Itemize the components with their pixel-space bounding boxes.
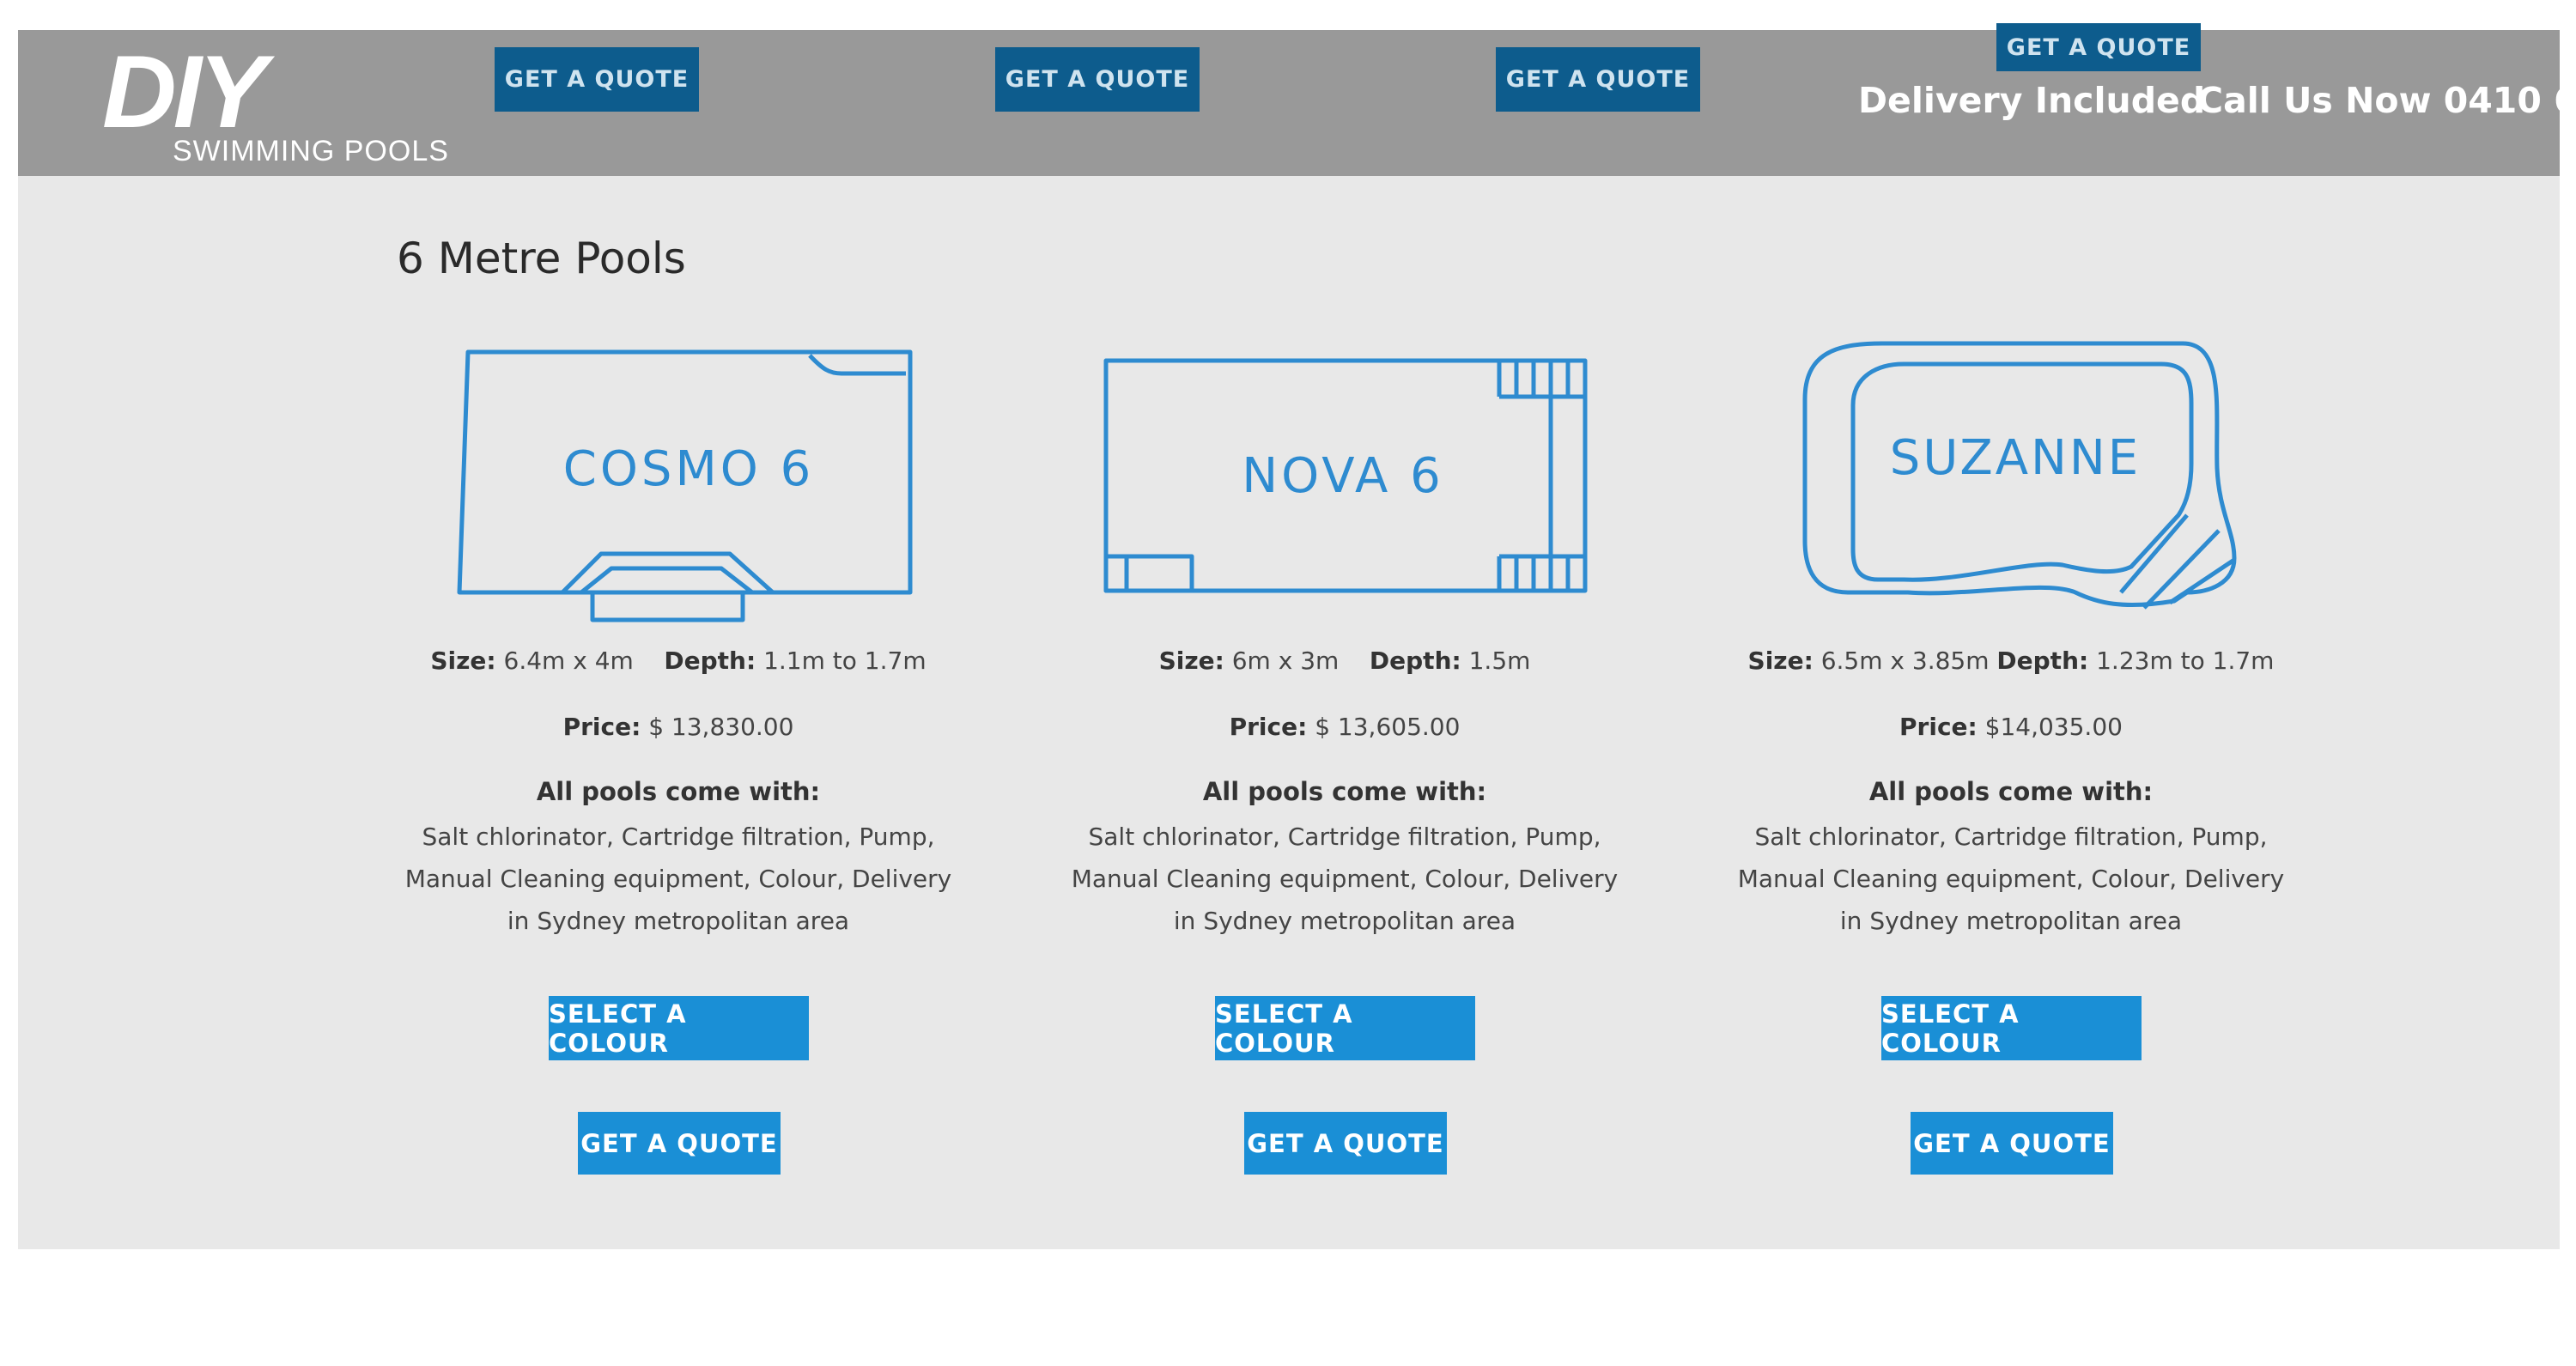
includes-title: All pools come with: <box>1868 777 2154 806</box>
header-get-quote-button-4[interactable]: GET A QUOTE <box>1996 23 2201 71</box>
header-get-quote-button-1[interactable]: GET A QUOTE <box>495 47 699 112</box>
pool-name-cosmo: COSMO 6 <box>563 441 815 497</box>
includes-title: All pools come with: <box>536 777 821 806</box>
spec-price-suzanne: Price: $14,035.00 <box>1685 713 2337 741</box>
spec-size-depth-nova: Size: 6m x 3m Depth: 1.5m <box>1018 647 1671 675</box>
pool-diagram-nova[interactable]: NOVA 6 <box>1018 335 1671 635</box>
price-label: Price: <box>562 713 641 741</box>
delivery-included-text: Delivery Included <box>1858 80 2206 121</box>
price-label: Price: <box>1229 713 1308 741</box>
price-label: Price: <box>1899 713 1978 741</box>
get-quote-button-nova[interactable]: GET A QUOTE <box>1244 1112 1447 1175</box>
spec-size-depth-suzanne: Size: 6.5m x 3.85m Depth: 1.23m to 1.7m <box>1685 647 2337 675</box>
size-value: 6.5m x 3.85m <box>1820 647 1990 675</box>
pool-name-nova: NOVA 6 <box>1242 448 1443 504</box>
spec-price-nova: Price: $ 13,605.00 <box>1018 713 1671 741</box>
price-value: $ 13,830.00 <box>648 713 794 741</box>
select-colour-button-nova[interactable]: SELECT A COLOUR <box>1215 996 1475 1060</box>
get-quote-button-suzanne[interactable]: GET A QUOTE <box>1911 1112 2113 1175</box>
site-logo[interactable]: DIY SWIMMING POOLS <box>87 40 482 178</box>
section-title: 6 Metre Pools <box>397 234 686 283</box>
spec-price-cosmo: Price: $ 13,830.00 <box>352 713 1005 741</box>
pool-name-suzanne: SUZANNE <box>1890 430 2141 486</box>
select-colour-button-suzanne[interactable]: SELECT A COLOUR <box>1881 996 2142 1060</box>
pool-card-nova: NOVA 6 Size: 6m x 3m Depth: 1.5m Price: … <box>1018 335 1671 1193</box>
header-get-quote-button-3[interactable]: GET A QUOTE <box>1496 47 1700 112</box>
site-header: DIY SWIMMING POOLS GET A QUOTE GET A QUO… <box>18 23 2576 178</box>
logo-main-text: DIY <box>102 34 267 149</box>
depth-value: 1.23m to 1.7m <box>2096 647 2275 675</box>
depth-label: Depth: <box>1996 647 2089 675</box>
select-colour-button-cosmo[interactable]: SELECT A COLOUR <box>549 996 809 1060</box>
size-label: Size: <box>1747 647 1814 675</box>
includes-text: Salt chlorinator, Cartridge filtration, … <box>1737 823 2285 935</box>
depth-label: Depth: <box>1369 647 1461 675</box>
pool-diagram-suzanne[interactable]: SUZANNE <box>1685 335 2337 635</box>
includes-text: Salt chlorinator, Cartridge filtration, … <box>404 823 952 935</box>
depth-value: 1.1m to 1.7m <box>763 647 927 675</box>
spec-size-depth-cosmo: Size: 6.4m x 4m Depth: 1.1m to 1.7m <box>352 647 1005 675</box>
size-value: 6.4m x 4m <box>503 647 634 675</box>
includes-title: All pools come with: <box>1202 777 1487 806</box>
header-get-quote-button-2[interactable]: GET A QUOTE <box>995 47 1200 112</box>
pool-diagram-cosmo[interactable]: COSMO 6 <box>352 335 1005 635</box>
depth-label: Depth: <box>664 647 756 675</box>
get-quote-button-cosmo[interactable]: GET A QUOTE <box>578 1112 781 1175</box>
price-value: $ 13,605.00 <box>1315 713 1461 741</box>
pool-card-suzanne: SUZANNE Size: 6.5m x 3.85m Depth: 1.23m … <box>1685 335 2337 1193</box>
depth-value: 1.5m <box>1468 647 1531 675</box>
call-us-text[interactable]: Call Us Now 0410 681 <box>2197 80 2576 121</box>
price-value: $14,035.00 <box>1984 713 2123 741</box>
includes-text: Salt chlorinator, Cartridge filtration, … <box>1071 823 1619 935</box>
pool-card-cosmo: COSMO 6 Size: 6.4m x 4m Depth: 1.1m to 1… <box>352 335 1005 1193</box>
size-label: Size: <box>1158 647 1224 675</box>
size-value: 6m x 3m <box>1231 647 1340 675</box>
size-label: Size: <box>430 647 496 675</box>
logo-sub-text: SWIMMING POOLS <box>173 135 449 167</box>
